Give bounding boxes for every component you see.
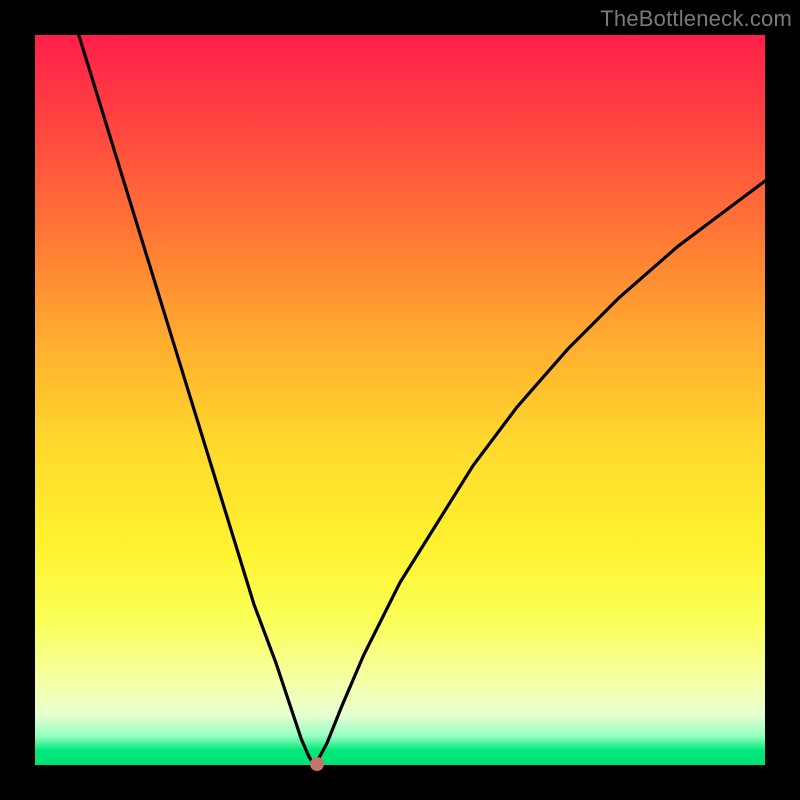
minimum-marker: [310, 757, 324, 771]
bottleneck-curve: [79, 35, 765, 764]
plot-area: [35, 35, 765, 765]
chart-frame: TheBottleneck.com: [0, 0, 800, 800]
watermark-text: TheBottleneck.com: [600, 6, 792, 32]
curve-layer: [35, 35, 765, 765]
